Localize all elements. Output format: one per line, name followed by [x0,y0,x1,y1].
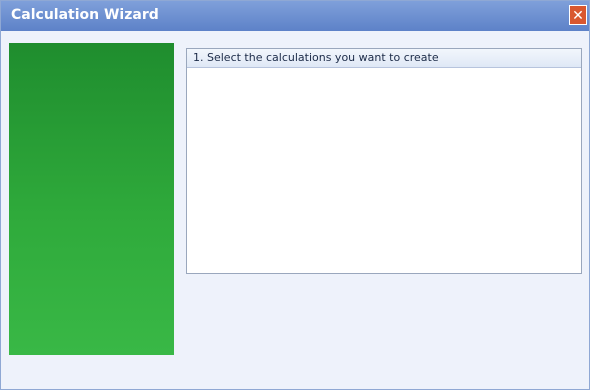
window-title: Calculation Wizard [11,7,159,23]
calculation-wizard-window: Calculation Wizard ✕ 1. Select the calcu… [0,0,590,390]
close-button[interactable]: ✕ [569,5,587,25]
wizard-sidebar-image [9,43,174,355]
calculations-panel-heading: 1. Select the calculations you want to c… [187,49,581,68]
calculations-panel: 1. Select the calculations you want to c… [186,48,582,274]
title-bar: Calculation Wizard ✕ [1,1,589,31]
